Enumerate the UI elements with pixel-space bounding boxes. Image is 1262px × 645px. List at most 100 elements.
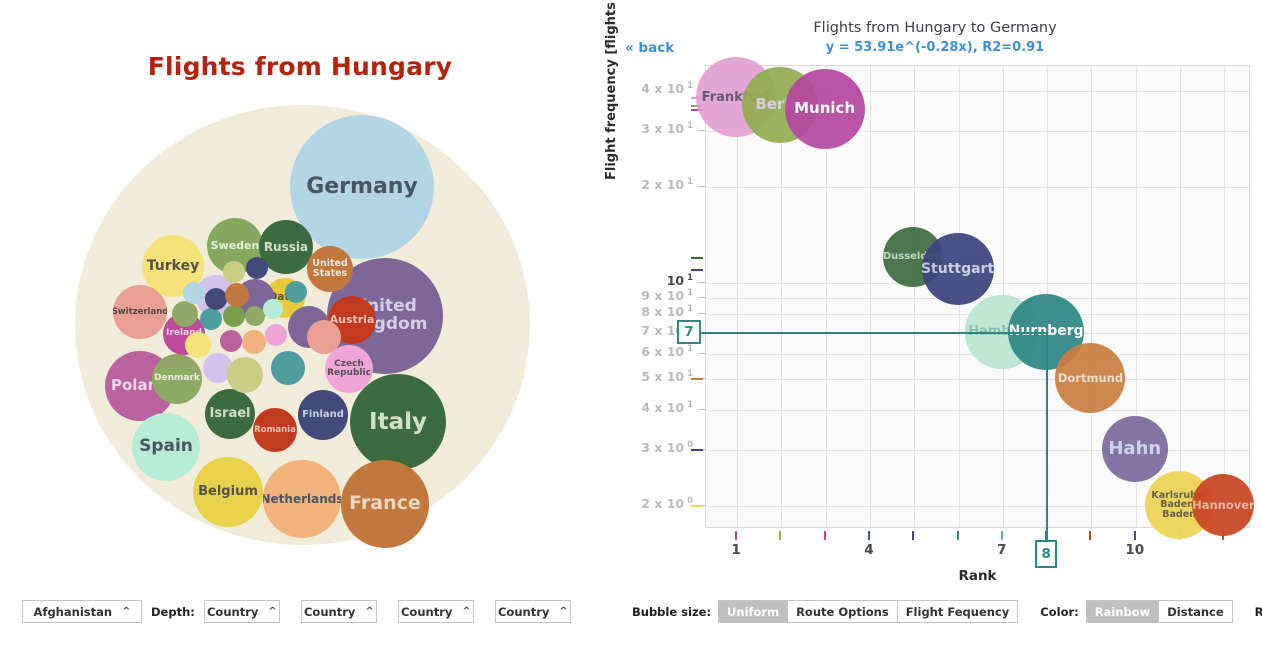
- x-axis-value-marker: [956, 531, 959, 540]
- country-bubble[interactable]: Finland: [298, 390, 348, 440]
- bubble-packing-chart: Germany United Kingdom Italy France Poland Sp…: [75, 105, 530, 548]
- country-bubble-label: United States: [312, 258, 348, 279]
- x-axis-tick-label: 4: [864, 542, 874, 558]
- color-distance-button[interactable]: Distance: [1158, 600, 1233, 623]
- country-bubble[interactable]: Israel: [205, 389, 255, 439]
- y-axis-tick-label: 5 x 10 1: [641, 369, 693, 385]
- y-axis-tick-label: 9 x 10 1: [641, 288, 693, 304]
- country-bubble-label: Belgium: [198, 484, 258, 500]
- bubble-size-button-group: Uniform Route Options Flight Fequency: [718, 600, 1019, 623]
- y-axis-tick-exponent: 1: [684, 81, 693, 92]
- x-axis-value-marker: [779, 531, 782, 540]
- color-rainbow-button[interactable]: Rainbow: [1085, 600, 1160, 623]
- x-value-box[interactable]: 8: [1035, 540, 1058, 568]
- country-bubble-label: Switzerland: [113, 306, 167, 317]
- country-bubble[interactable]: Spain: [132, 413, 200, 481]
- x-axis-title: Rank: [958, 568, 997, 584]
- country-bubble[interactable]: Belgium: [193, 457, 263, 527]
- y-axis-tick-exponent: 1: [684, 400, 693, 411]
- country-bubble-unlabeled[interactable]: [271, 351, 305, 385]
- country-bubble-unlabeled[interactable]: [307, 320, 341, 354]
- y-axis-value-marker: [691, 449, 703, 452]
- country-bubble-label: Israel: [209, 406, 251, 422]
- depth-select-1-value: Country: [206, 604, 259, 619]
- country-bubble-unlabeled[interactable]: [223, 305, 245, 327]
- y-value-box[interactable]: 7: [677, 319, 701, 344]
- country-bubble-unlabeled[interactable]: [227, 357, 263, 393]
- x-axis-value-marker: [1000, 531, 1003, 540]
- country-bubble-unlabeled[interactable]: [223, 261, 245, 283]
- country-bubble-label: Finland: [302, 408, 344, 420]
- country-bubble[interactable]: Switzerland: [113, 285, 167, 339]
- y-axis-tick-mark: [698, 313, 705, 315]
- gridline-vertical: [869, 66, 871, 527]
- depth-select-3[interactable]: Country ^: [397, 600, 474, 623]
- x-axis-value-marker: [912, 531, 915, 540]
- y-axis-tick-exponent: 1: [684, 304, 693, 315]
- chevron-up-icon: ^: [268, 605, 277, 617]
- country-bubble[interactable]: Italy: [350, 374, 446, 470]
- depth-select-3-value: Country: [400, 604, 453, 619]
- gridline-horizontal: [706, 187, 1249, 189]
- scatter-bubble-label: Dortmund: [1057, 371, 1124, 386]
- country-bubble[interactable]: Czech Republic: [325, 345, 373, 393]
- country-bubble-unlabeled[interactable]: [185, 332, 211, 358]
- country-bubble[interactable]: France: [341, 460, 429, 548]
- y-axis-tick-exponent: 1: [684, 177, 693, 188]
- back-link[interactable]: « back: [625, 40, 674, 56]
- country-bubble-unlabeled[interactable]: [200, 308, 222, 330]
- y-axis-tick-exponent: 1: [684, 288, 693, 298]
- country-bubble-label: Romania: [254, 424, 296, 435]
- x-axis-tick-label: 7: [997, 542, 1007, 558]
- country-bubble[interactable]: Germany: [290, 115, 434, 259]
- country-bubble-unlabeled[interactable]: [246, 257, 268, 279]
- scatter-bubble-label: Stuttgart: [920, 260, 995, 277]
- country-bubble-label: Austria: [329, 313, 375, 327]
- country-bubble-unlabeled[interactable]: [245, 306, 265, 326]
- country-bubble-label: Germany: [306, 174, 418, 200]
- y-axis-tick-exponent: 1: [684, 344, 693, 355]
- depth-select-1[interactable]: Country ^: [203, 600, 280, 623]
- gridline-vertical: [1224, 66, 1226, 527]
- country-bubble-unlabeled[interactable]: [242, 330, 266, 354]
- country-bubble-unlabeled[interactable]: [173, 356, 191, 374]
- bubble-size-route-options-button[interactable]: Route Options: [787, 600, 898, 623]
- country-bubble-unlabeled[interactable]: [263, 299, 283, 319]
- country-bubble[interactable]: Romania: [253, 408, 297, 452]
- country-select[interactable]: Afghanistan ^: [22, 600, 142, 623]
- gridline-vertical: [1091, 66, 1093, 527]
- x-axis-value-marker: [1133, 531, 1136, 540]
- crosshair-horizontal: [689, 331, 1047, 334]
- depth-select-2[interactable]: Country ^: [300, 600, 377, 623]
- scatter-bubble[interactable]: Stuttgart: [920, 233, 995, 306]
- country-bubble-unlabeled[interactable]: [265, 324, 287, 346]
- y-axis-tick-mark: [698, 353, 705, 355]
- depth-select-4[interactable]: Country ^: [494, 600, 571, 623]
- scatter-bubble[interactable]: Munich: [784, 68, 865, 149]
- bubble-size-flight-fequency-button[interactable]: Flight Fequency: [896, 600, 1019, 623]
- country-bubble-unlabeled[interactable]: [205, 288, 227, 310]
- y-axis-tick-label: 2 x 10 0: [641, 496, 693, 512]
- country-bubble[interactable]: Netherlands: [263, 460, 341, 538]
- y-axis-tick-mark: [698, 186, 705, 188]
- country-bubble-label: Denmark: [154, 373, 200, 384]
- chevron-up-icon: ^: [559, 605, 568, 617]
- gridline-vertical: [914, 66, 916, 527]
- page-title: Flights from Hungary: [147, 52, 453, 81]
- country-bubble-unlabeled[interactable]: [172, 301, 198, 327]
- country-bubble-unlabeled[interactable]: [285, 281, 307, 303]
- depth-select-4-value: Country: [497, 604, 550, 619]
- x-axis-tick-label: 1: [731, 542, 741, 558]
- country-bubble[interactable]: United States: [307, 246, 353, 292]
- chevron-up-icon: ^: [365, 605, 374, 617]
- left-controls: Afghanistan ^ Depth: Country ^ Country ^…: [22, 600, 571, 623]
- country-bubble-unlabeled[interactable]: [225, 283, 249, 307]
- country-bubble-label: France: [349, 492, 421, 515]
- y-axis-value-marker: [691, 378, 703, 381]
- crosshair-vertical: [1046, 331, 1049, 540]
- country-bubble-unlabeled[interactable]: [183, 282, 205, 304]
- scatter-bubble[interactable]: Hahn: [1101, 416, 1168, 483]
- y-axis-tick-label: 3 x 10 1: [641, 121, 693, 137]
- bubble-size-uniform-button[interactable]: Uniform: [718, 600, 789, 623]
- country-bubble-unlabeled[interactable]: [220, 330, 242, 352]
